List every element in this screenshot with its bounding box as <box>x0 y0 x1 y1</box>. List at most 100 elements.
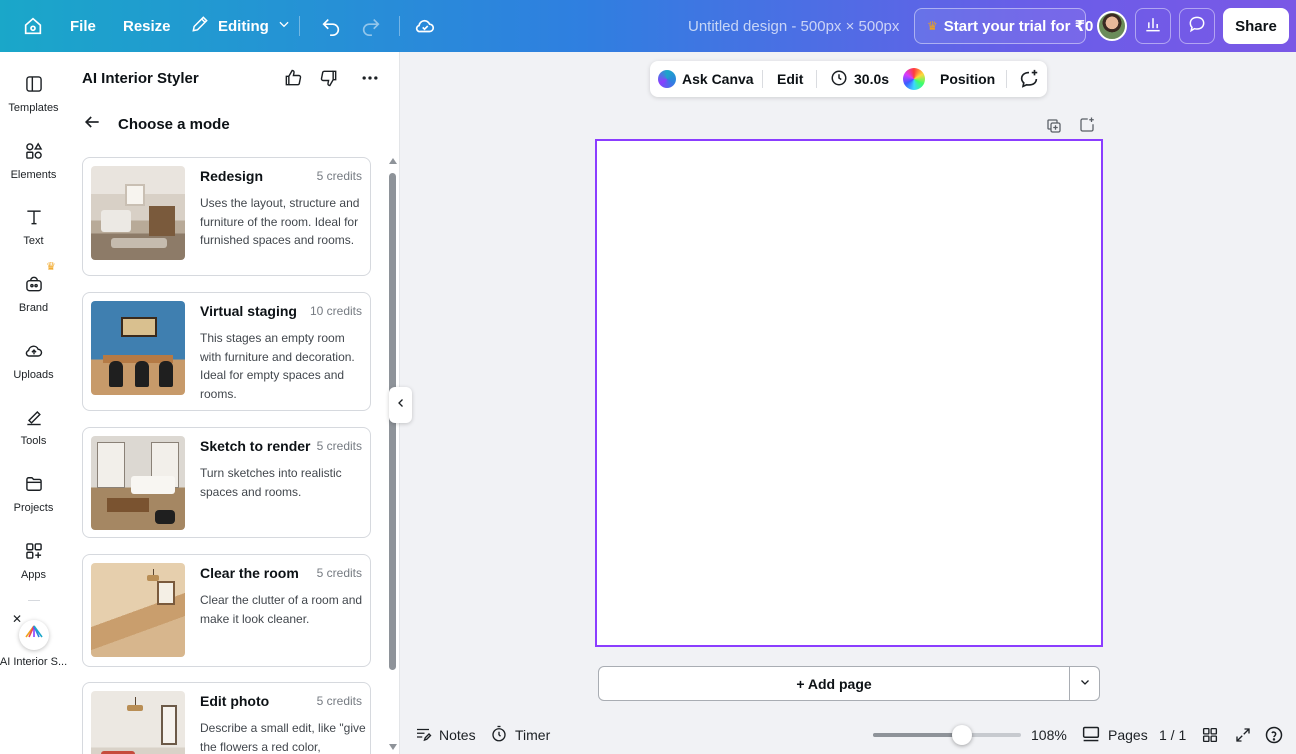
card-title: Clear the room <box>200 565 299 581</box>
card-title: Edit photo <box>200 693 270 709</box>
card-description: Uses the layout, structure and furniture… <box>200 196 360 247</box>
cloud-saved-icon[interactable] <box>414 0 436 52</box>
trial-label: Start your trial for ₹0 <box>943 18 1094 35</box>
position-button[interactable]: Position <box>940 61 995 97</box>
zoom-level[interactable]: 108% <box>1031 722 1067 748</box>
rail-item-text[interactable]: Text <box>0 207 67 247</box>
page-indicator: 1 / 1 <box>1159 727 1187 743</box>
card-credits: 5 credits <box>316 566 362 580</box>
scroll-down-icon[interactable] <box>389 744 397 750</box>
add-page-button[interactable]: + Add page <box>598 666 1070 701</box>
ai-interior-styler-icon <box>18 620 49 650</box>
redesign-thumbnail <box>91 166 185 260</box>
clock-icon <box>830 69 848 90</box>
zoom-slider-handle[interactable] <box>951 725 972 745</box>
rail-item-templates[interactable]: Templates <box>0 74 67 114</box>
card-credits: 5 credits <box>316 694 362 708</box>
divider <box>816 70 817 88</box>
divider <box>399 16 400 36</box>
divider <box>762 70 763 88</box>
back-arrow-icon[interactable] <box>82 112 102 136</box>
timer-button[interactable]: Timer <box>490 722 550 748</box>
ask-canva-button[interactable]: Ask Canva <box>658 61 754 97</box>
edit-button[interactable]: Edit <box>777 61 803 97</box>
section-heading: Choose a mode <box>118 115 230 133</box>
card-title: Redesign <box>200 168 264 184</box>
card-description: This stages an empty room with furniture… <box>200 331 355 401</box>
scroll-up-icon[interactable] <box>389 158 397 164</box>
rail-item-uploads[interactable]: Uploads <box>0 341 67 381</box>
avatar[interactable] <box>1097 11 1127 41</box>
insights-button[interactable] <box>1135 8 1171 44</box>
document-title[interactable]: Untitled design - 500px × 500px <box>688 0 899 52</box>
crown-icon: ♛ <box>927 19 938 33</box>
share-button[interactable]: Share <box>1223 8 1289 44</box>
rail-item-tools[interactable]: Tools <box>0 407 67 447</box>
side-panel: AI Interior Styler Choose a mode Redesig… <box>67 52 400 754</box>
uploads-icon <box>25 345 42 357</box>
thumbs-down-icon[interactable] <box>319 68 339 93</box>
home-icon[interactable] <box>22 0 44 52</box>
divider <box>28 600 40 601</box>
card-title: Virtual staging <box>200 303 297 319</box>
virtual-staging-thumbnail <box>91 301 185 395</box>
comment-icon <box>1187 14 1207 39</box>
rail-item-apps[interactable]: Apps <box>0 541 67 581</box>
more-options-icon[interactable] <box>359 68 381 93</box>
add-comment-icon[interactable] <box>1018 61 1040 97</box>
editing-mode-dropdown[interactable]: Editing <box>190 0 291 52</box>
rail-label: Tools <box>20 435 47 447</box>
mode-card-sketch-to-render[interactable]: Sketch to render 5 credits Turn sketches… <box>82 427 371 538</box>
crown-icon: ♛ <box>46 261 56 273</box>
panel-title: AI Interior Styler <box>82 70 199 87</box>
duplicate-page-icon[interactable] <box>1045 117 1063 140</box>
divider <box>299 16 300 36</box>
card-credits: 10 credits <box>309 304 362 318</box>
edit-photo-thumbnail <box>91 691 185 754</box>
resize-button[interactable]: Resize <box>123 0 171 52</box>
canva-assistant-icon <box>658 70 676 88</box>
color-wheel-icon[interactable] <box>903 61 925 97</box>
ask-canva-label: Ask Canva <box>682 71 754 87</box>
add-page-options-button[interactable] <box>1069 666 1100 701</box>
start-trial-button[interactable]: ♛ Start your trial for ₹0 <box>914 8 1093 44</box>
mode-card-clear-the-room[interactable]: Clear the room 5 credits Clear the clutt… <box>82 554 371 667</box>
timer-label: Timer <box>515 727 551 743</box>
card-description: Describe a small edit, like "give the fl… <box>200 721 366 754</box>
duration-label: 30.0s <box>854 71 890 87</box>
card-credits: 5 credits <box>316 169 362 183</box>
design-canvas[interactable] <box>595 139 1103 647</box>
rail-label: Uploads <box>13 369 54 381</box>
duration-button[interactable]: 30.0s <box>830 61 889 97</box>
grid-view-icon[interactable] <box>1201 722 1219 748</box>
fullscreen-icon[interactable] <box>1234 722 1252 748</box>
add-page-icon[interactable] <box>1078 116 1096 139</box>
rail-item-projects[interactable]: Projects <box>0 474 67 514</box>
text-icon <box>26 210 41 225</box>
rail-item-ai-interior-styler[interactable]: AI Interior S... <box>0 620 67 668</box>
mode-card-virtual-staging[interactable]: Virtual staging 10 credits This stages a… <box>82 292 371 411</box>
mode-card-redesign[interactable]: Redesign 5 credits Uses the layout, stru… <box>82 157 371 276</box>
comments-button[interactable] <box>1179 8 1215 44</box>
collapse-panel-button[interactable] <box>389 387 412 423</box>
notes-button[interactable]: Notes <box>414 722 476 748</box>
tools-icon <box>26 410 41 426</box>
sketch-to-render-thumbnail <box>91 436 185 530</box>
notes-icon <box>414 725 432 746</box>
rail-label: Apps <box>20 569 47 581</box>
help-icon[interactable] <box>1264 722 1284 748</box>
rail-label: Brand <box>18 302 49 314</box>
pages-icon <box>1081 725 1101 746</box>
pages-button[interactable]: Pages <box>1081 722 1148 748</box>
undo-icon[interactable] <box>320 0 342 52</box>
rail-item-brand[interactable]: Brand <box>0 274 67 314</box>
card-description: Clear the clutter of a room and make it … <box>200 593 363 626</box>
pages-label: Pages <box>1108 727 1148 743</box>
thumbs-up-icon[interactable] <box>283 68 303 93</box>
rail-item-elements[interactable]: Elements <box>0 141 67 181</box>
elements-icon <box>25 142 42 159</box>
mode-card-edit-photo[interactable]: Edit photo 5 credits Describe a small ed… <box>82 682 371 754</box>
back-row: Choose a mode <box>82 112 230 136</box>
redo-icon[interactable] <box>360 0 382 52</box>
file-menu[interactable]: File <box>70 0 96 52</box>
